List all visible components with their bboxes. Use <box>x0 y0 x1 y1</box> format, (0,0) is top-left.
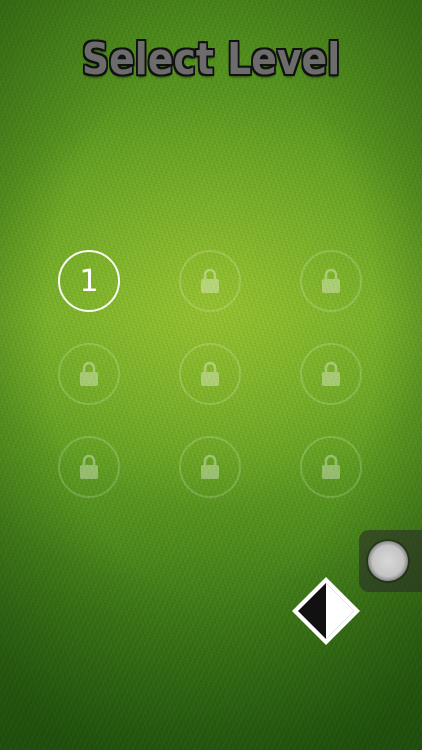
play-button[interactable] <box>289 574 363 648</box>
lock-icon <box>80 454 98 479</box>
level-8-button[interactable] <box>179 436 241 498</box>
lock-icon <box>322 361 340 386</box>
level-select-screen: Select Level 1 <box>0 0 422 750</box>
level-3-button[interactable] <box>300 250 362 312</box>
level-7-button[interactable] <box>58 436 120 498</box>
lock-icon <box>322 454 340 479</box>
lock-icon <box>201 361 219 386</box>
joystick[interactable] <box>359 530 422 592</box>
lock-icon <box>201 454 219 479</box>
level-1-button[interactable]: 1 <box>58 250 120 312</box>
play-diamond-icon <box>292 577 360 645</box>
lock-icon <box>322 268 340 293</box>
level-number: 1 <box>79 264 99 299</box>
page-title: Select Level <box>81 34 341 85</box>
lock-icon <box>80 361 98 386</box>
level-5-button[interactable] <box>179 343 241 405</box>
level-6-button[interactable] <box>300 343 362 405</box>
level-9-button[interactable] <box>300 436 362 498</box>
level-4-button[interactable] <box>58 343 120 405</box>
level-2-button[interactable] <box>179 250 241 312</box>
lock-icon <box>201 268 219 293</box>
joystick-knob-icon[interactable] <box>368 541 408 581</box>
